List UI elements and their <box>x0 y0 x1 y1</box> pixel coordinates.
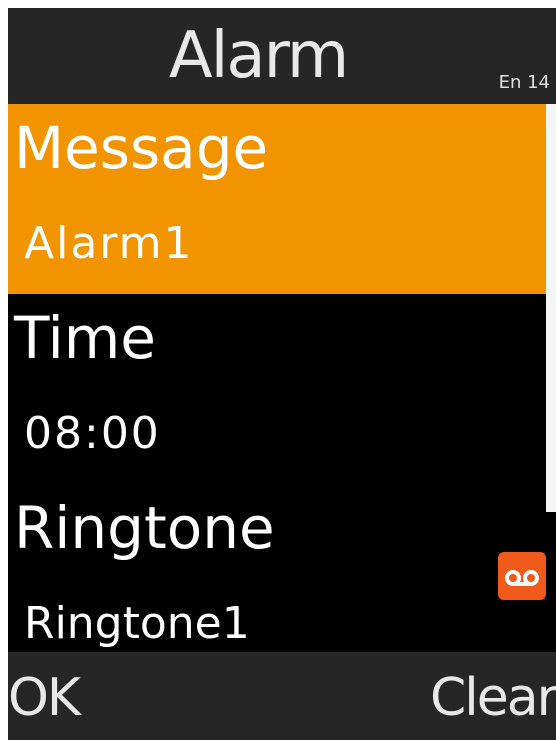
alarm-form: Message Alarm1 Time 08:00 Ringtone Ringt… <box>8 104 546 652</box>
ok-button[interactable]: OK <box>8 666 81 730</box>
message-value[interactable]: Alarm1 <box>24 216 193 272</box>
scrollbar[interactable] <box>546 104 556 652</box>
scrollbar-thumb[interactable] <box>546 104 556 512</box>
page-title: Alarm <box>168 19 349 93</box>
time-value[interactable]: 08:00 <box>24 406 161 462</box>
message-field[interactable]: Message Alarm1 <box>8 104 546 294</box>
ringtone-label: Ringtone <box>14 494 275 562</box>
softkey-bar: OK Clear <box>8 652 556 740</box>
message-label: Message <box>14 114 269 182</box>
ringtone-field[interactable]: Ringtone Ringtone1 <box>8 484 546 652</box>
time-label: Time <box>14 304 156 372</box>
voicemail-icon <box>498 552 546 600</box>
voicemail-glyph <box>505 570 539 586</box>
ringtone-value[interactable]: Ringtone1 <box>24 596 250 652</box>
time-field[interactable]: Time 08:00 <box>8 294 546 484</box>
input-mode-indicator: En 14 <box>498 72 550 93</box>
phone-screen: Alarm En 14 Message Alarm1 Time 08:00 Ri… <box>8 8 556 740</box>
clear-button[interactable]: Clear <box>430 666 556 730</box>
title-bar: Alarm En 14 <box>8 8 556 104</box>
